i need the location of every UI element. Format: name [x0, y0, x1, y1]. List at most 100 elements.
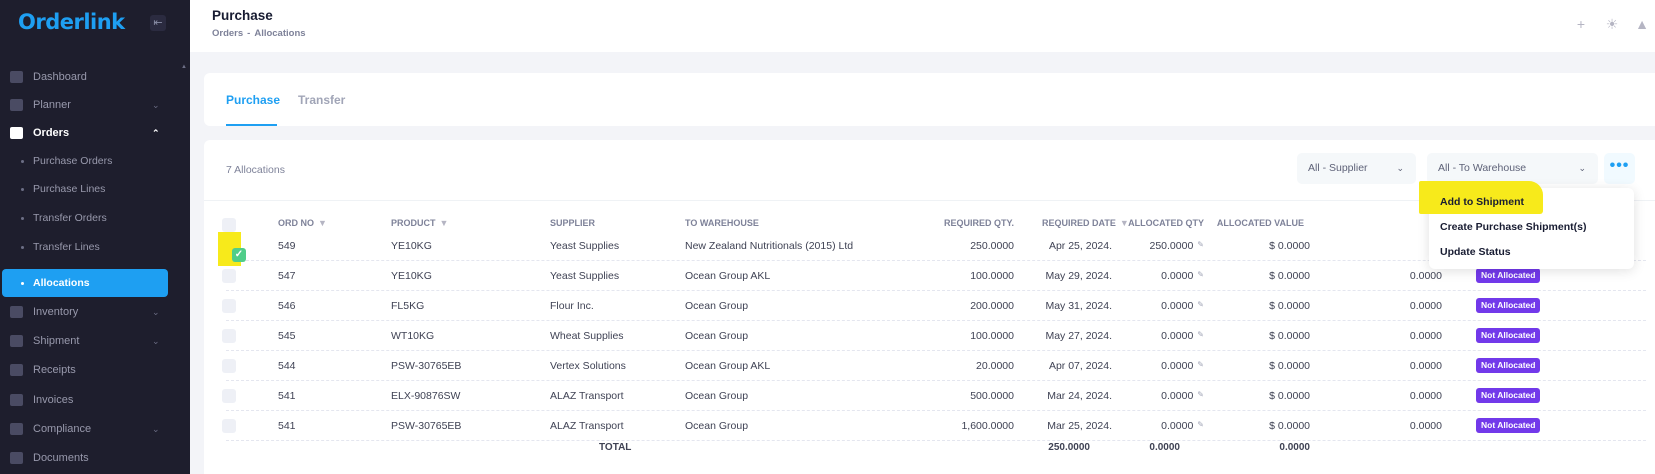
- row-checkbox[interactable]: [222, 329, 236, 343]
- bullet-icon: [21, 282, 24, 285]
- cell-allocated-value: $ 0.0000: [1269, 240, 1310, 252]
- sidebar-item-inventory[interactable]: Inventory ⌄: [0, 298, 190, 326]
- edit-icon[interactable]: ✎: [1197, 360, 1204, 369]
- sidebar-item-compliance[interactable]: Compliance ⌄: [0, 415, 190, 443]
- table-row[interactable]: 546 FL5KG Flour Inc. Ocean Group 200.0000 May…: [222, 291, 1646, 321]
- breadcrumb-orders[interactable]: Orders: [212, 28, 243, 39]
- edit-icon[interactable]: ✎: [1197, 330, 1204, 339]
- tab-purchase[interactable]: Purchase: [226, 93, 280, 107]
- documents-icon: [10, 452, 23, 464]
- cell-required-date: May 31, 2024.: [1045, 300, 1112, 312]
- sidebar-item-label: Invoices: [33, 394, 74, 406]
- cell-allocated-qty[interactable]: 0.0000 ✎: [1116, 330, 1204, 342]
- cell-allocated-qty[interactable]: 0.0000 ✎: [1116, 360, 1204, 372]
- cell-to-warehouse: Ocean Group: [685, 300, 749, 312]
- cell-ord-no: 547: [278, 270, 296, 282]
- collapse-sidebar-icon[interactable]: ⇤: [150, 15, 166, 31]
- supplier-filter-select[interactable]: All - Supplier ⌄: [1297, 153, 1416, 184]
- status-badge: Not Allocated: [1476, 388, 1541, 403]
- cell-required-date: May 27, 2024.: [1045, 330, 1112, 342]
- warehouse-filter-value: All - To Warehouse: [1438, 162, 1527, 174]
- column-header-to-warehouse[interactable]: TO WAREHOUSE: [685, 218, 759, 228]
- sidebar-item-allocations[interactable]: Allocations: [2, 269, 168, 297]
- bell-icon[interactable]: ▲: [1633, 15, 1651, 33]
- menu-item-add-to-shipment[interactable]: Add to Shipment: [1440, 196, 1524, 208]
- sidebar-item-purchase-lines[interactable]: Purchase Lines: [0, 175, 190, 203]
- menu-item-update-status[interactable]: Update Status: [1440, 246, 1511, 258]
- edit-icon[interactable]: ✎: [1197, 420, 1204, 429]
- select-all-checkbox[interactable]: [222, 218, 236, 232]
- column-header-ord-no[interactable]: ORD NO ▼: [278, 218, 327, 228]
- sidebar-item-transfer-lines[interactable]: Transfer Lines: [0, 233, 190, 261]
- cell-to-warehouse: Ocean Group: [685, 330, 749, 342]
- table-row[interactable]: 544 PSW-30765EB Vertex Solutions Ocean Grou…: [222, 351, 1646, 381]
- chevron-down-icon: ⌄: [1396, 163, 1404, 173]
- chevron-up-icon: ⌃: [152, 128, 160, 138]
- sidebar-item-label: Dashboard: [33, 71, 87, 83]
- cell-required-date: Mar 24, 2024.: [1047, 390, 1112, 402]
- cell-allocated-qty[interactable]: 250.0000 ✎: [1116, 240, 1205, 252]
- row-checkbox-checked[interactable]: ✓: [232, 248, 246, 262]
- edit-icon[interactable]: ✎: [1197, 270, 1204, 279]
- menu-item-create-purchase-shipments[interactable]: Create Purchase Shipment(s): [1440, 221, 1586, 233]
- filter-icon[interactable]: ▼: [440, 218, 449, 228]
- row-checkbox[interactable]: [222, 359, 236, 373]
- plus-icon[interactable]: +: [1572, 15, 1590, 33]
- row-checkbox[interactable]: [222, 419, 236, 433]
- sidebar-item-planner[interactable]: Planner ⌄: [0, 91, 190, 119]
- cell-product: FL5KG: [391, 300, 425, 312]
- cell-required-qty: 250.0000: [970, 240, 1014, 252]
- column-header-product[interactable]: PRODUCT ▼: [391, 218, 448, 228]
- row-checkbox[interactable]: [222, 299, 236, 313]
- cell-supplier: Yeast Supplies: [550, 240, 620, 252]
- sidebar-item-label: Orders: [33, 127, 70, 139]
- sidebar-item-invoices[interactable]: Invoices: [0, 386, 190, 414]
- warehouse-filter-select[interactable]: All - To Warehouse ⌄: [1427, 153, 1598, 184]
- sidebar-item-orders[interactable]: Orders ⌃: [0, 119, 190, 147]
- status-badge: Not Allocated: [1476, 418, 1541, 433]
- cell-allocated-qty[interactable]: 0.0000 ✎: [1116, 270, 1204, 282]
- sun-icon[interactable]: ☀: [1603, 15, 1621, 33]
- sidebar-item-label: Transfer Lines: [33, 241, 100, 253]
- cell-required-qty: 100.0000: [970, 270, 1014, 282]
- allocated-qty-value: 0.0000: [1161, 420, 1194, 432]
- cell-extra-value: 0.0000: [1409, 270, 1442, 282]
- column-header-allocated-value[interactable]: ALLOCATED VALUE: [1204, 218, 1304, 228]
- tab-transfer[interactable]: Transfer: [298, 93, 345, 107]
- column-header-allocated-qty[interactable]: ALLOCATED QTY: [1104, 218, 1204, 228]
- cell-to-warehouse: Ocean Group AKL: [685, 270, 771, 282]
- edit-icon[interactable]: ✎: [1197, 390, 1204, 399]
- cell-ord-no: 544: [278, 360, 296, 372]
- column-header-supplier[interactable]: SUPPLIER: [550, 218, 595, 228]
- table-row[interactable]: 545 WT10KG Wheat Supplies Ocean Group 100.00…: [222, 321, 1646, 351]
- actions-dropdown-menu: Add to Shipment Create Purchase Shipment…: [1419, 181, 1634, 269]
- tabs-bar: Purchase Transfer: [204, 73, 1655, 126]
- cell-allocated-value: $ 0.0000: [1269, 420, 1310, 432]
- column-header-required-qty[interactable]: REQUIRED QTY.: [904, 218, 1014, 228]
- sidebar-item-documents[interactable]: Documents: [0, 444, 190, 472]
- row-checkbox[interactable]: [222, 269, 236, 283]
- more-actions-button[interactable]: •••: [1604, 153, 1635, 184]
- edit-icon[interactable]: ✎: [1197, 240, 1204, 249]
- edit-icon[interactable]: ✎: [1197, 300, 1204, 309]
- sidebar-item-purchase-orders[interactable]: Purchase Orders: [0, 147, 190, 175]
- cell-allocated-qty[interactable]: 0.0000 ✎: [1116, 300, 1204, 312]
- sidebar-item-receipts[interactable]: Receipts: [0, 356, 190, 384]
- cell-product: YE10KG: [391, 240, 432, 252]
- sidebar-item-dashboard[interactable]: Dashboard: [0, 63, 190, 91]
- sidebar-item-transfer-orders[interactable]: Transfer Orders: [0, 204, 190, 232]
- cell-required-qty: 100.0000: [970, 330, 1014, 342]
- cell-required-qty: 1,600.0000: [961, 420, 1014, 432]
- cell-supplier: Flour Inc.: [550, 300, 594, 312]
- cell-allocated-qty[interactable]: 0.0000 ✎: [1116, 390, 1204, 402]
- filter-icon[interactable]: ▼: [318, 218, 327, 228]
- chevron-down-icon: ⌄: [1578, 163, 1586, 173]
- cell-extra-value: 0.0000: [1409, 360, 1442, 372]
- sidebar-item-shipment[interactable]: Shipment ⌄: [0, 327, 190, 355]
- row-checkbox[interactable]: [222, 389, 236, 403]
- column-label: PRODUCT: [391, 218, 436, 228]
- cell-allocated-value: $ 0.0000: [1269, 300, 1310, 312]
- table-row[interactable]: 541 ELX-90876SW ALAZ Transport Ocean Group 5…: [222, 381, 1646, 411]
- cell-allocated-qty[interactable]: 0.0000 ✎: [1116, 420, 1204, 432]
- total-allocated-qty: 0.0000: [1149, 442, 1180, 453]
